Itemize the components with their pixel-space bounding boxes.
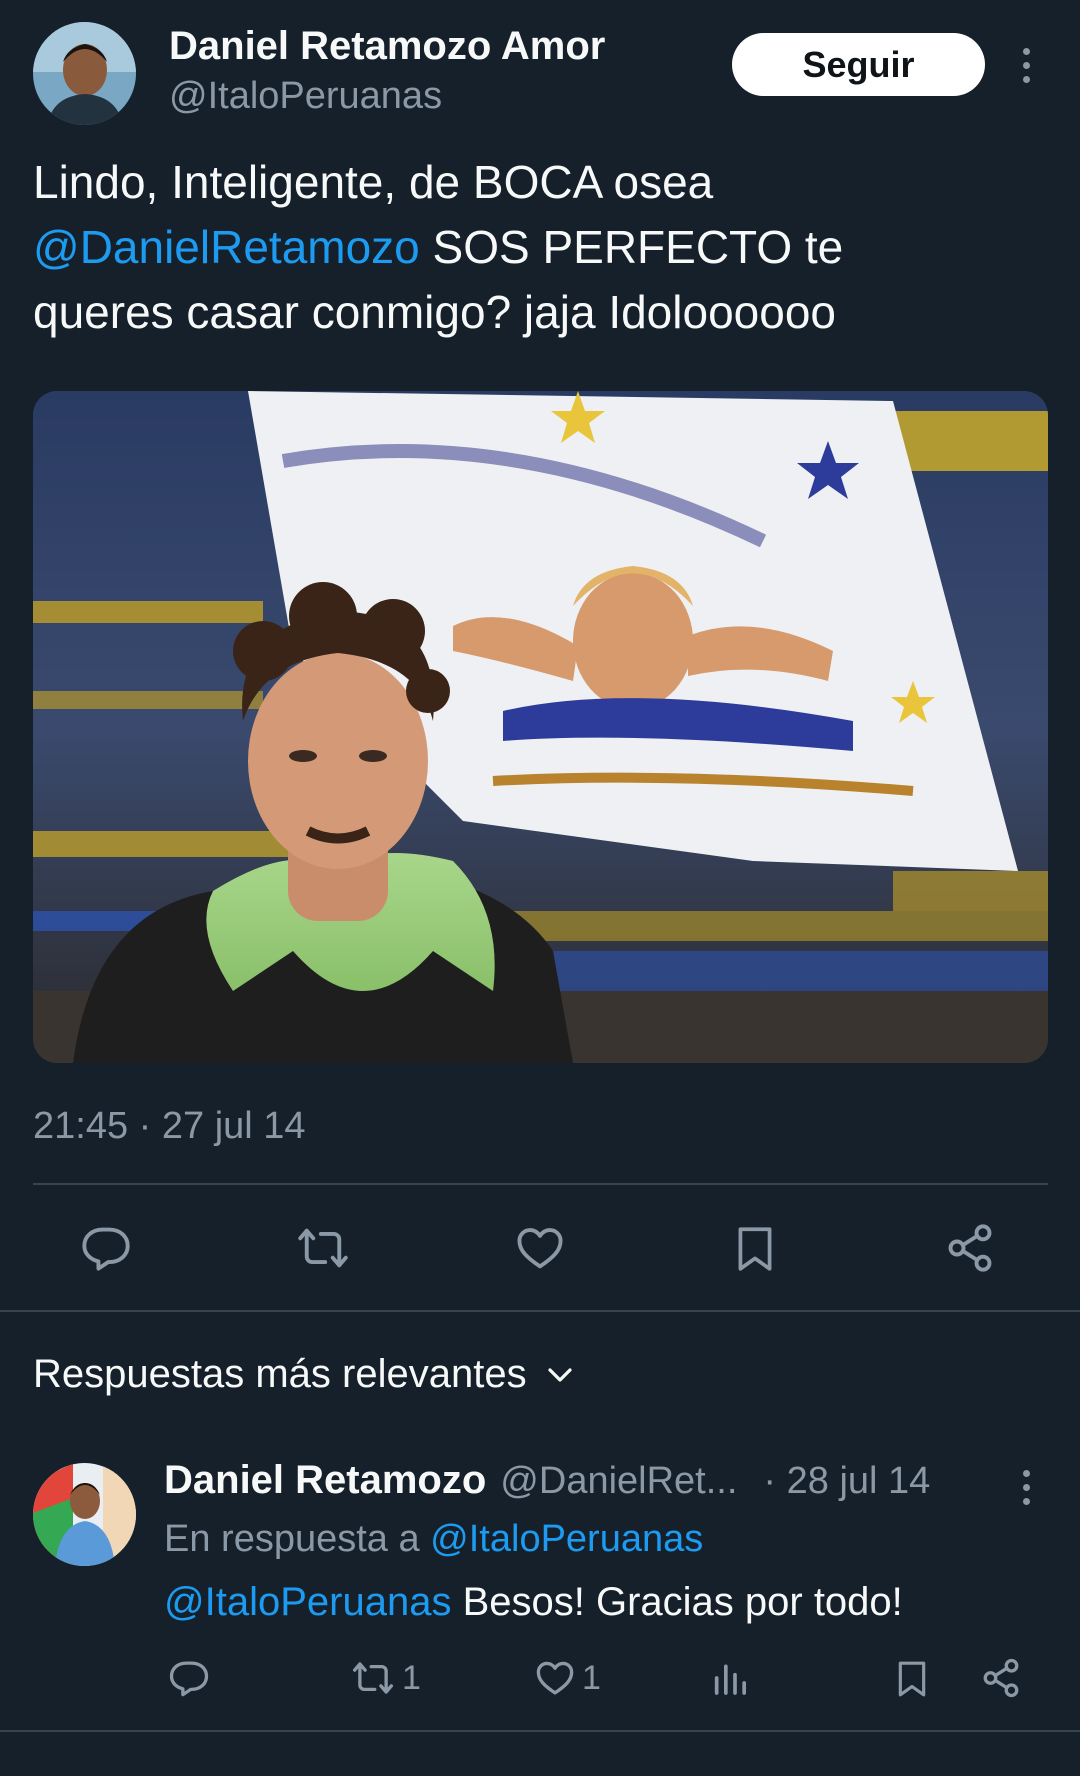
divider xyxy=(0,1310,1080,1312)
in-reply-to: En respuesta a @ItaloPeruanas xyxy=(164,1518,703,1561)
tweet-text: Lindo, Inteligente, de BOCA osea @Daniel… xyxy=(33,150,1043,345)
bookmark-icon xyxy=(738,1227,772,1271)
tweet-timestamp[interactable]: 21:45 · 27 jul 14 xyxy=(33,1105,306,1148)
divider xyxy=(33,1183,1048,1185)
reply-header: Daniel Retamozo @DanielRet... · 28 jul 1… xyxy=(164,1458,930,1503)
reply-more-options-icon[interactable] xyxy=(1023,1470,1030,1505)
heart-icon xyxy=(536,1661,574,1695)
replies-sort-dropdown[interactable]: Respuestas más relevantes xyxy=(33,1352,575,1397)
bookmark-button[interactable] xyxy=(730,1222,780,1276)
heart-icon xyxy=(517,1228,563,1269)
reply-mention-link[interactable]: @ItaloPeruanas xyxy=(164,1580,451,1624)
reply-author-name[interactable]: Daniel Retamozo xyxy=(164,1458,486,1503)
reply-like-count: 1 xyxy=(582,1658,601,1697)
reply-reply-button[interactable] xyxy=(168,1657,210,1699)
replies-sort-label: Respuestas más relevantes xyxy=(33,1352,527,1396)
tweet-text-line3: queres casar conmigo? jaja Idoloooooo xyxy=(33,286,836,338)
reply-icon xyxy=(82,1227,130,1271)
author-handle[interactable]: @ItaloPeruanas xyxy=(169,75,442,118)
share-button[interactable] xyxy=(944,1222,996,1274)
share-icon xyxy=(948,1224,992,1272)
reply-author-handle[interactable]: @DanielRet... xyxy=(500,1460,737,1503)
tweet-text-line2: @DanielRetamozo SOS PERFECTO te xyxy=(33,215,1043,280)
reply-retweet-button[interactable]: 1 xyxy=(350,1657,421,1699)
reply-text-body: Besos! Gracias por todo! xyxy=(451,1580,903,1624)
in-reply-to-prefix: En respuesta a xyxy=(164,1518,431,1560)
retweet-icon xyxy=(352,1662,394,1694)
analytics-icon xyxy=(714,1664,746,1695)
share-icon xyxy=(983,1658,1019,1698)
reply-date[interactable]: · 28 jul 14 xyxy=(763,1460,930,1503)
more-options-icon[interactable] xyxy=(1023,48,1030,83)
tweet-text-line1: Lindo, Inteligente, de BOCA osea xyxy=(33,156,714,208)
reply-retweet-count: 1 xyxy=(402,1658,421,1697)
reply-button[interactable] xyxy=(80,1222,132,1274)
reply-text: @ItaloPeruanas Besos! Gracias por todo! xyxy=(164,1580,903,1625)
in-reply-to-handle[interactable]: @ItaloPeruanas xyxy=(430,1518,703,1560)
reply-share-button[interactable] xyxy=(980,1657,1022,1699)
retweet-button[interactable] xyxy=(295,1222,351,1274)
reply-bookmark-button[interactable] xyxy=(892,1657,932,1701)
chevron-down-icon xyxy=(547,1367,572,1382)
reply-views-button[interactable] xyxy=(710,1657,750,1699)
reply-like-button[interactable]: 1 xyxy=(534,1657,601,1699)
retweet-icon xyxy=(298,1228,348,1268)
author-avatar[interactable] xyxy=(33,22,136,125)
tweet-text-line2-rest: SOS PERFECTO te xyxy=(419,221,844,273)
reply-author-avatar[interactable] xyxy=(33,1463,136,1566)
divider xyxy=(0,1730,1080,1732)
author-name[interactable]: Daniel Retamozo Amor xyxy=(169,24,605,69)
like-button[interactable] xyxy=(514,1222,566,1274)
stadium-photo-image xyxy=(33,391,1048,1063)
tweet-photo[interactable] xyxy=(33,391,1048,1063)
bookmark-icon xyxy=(898,1661,926,1697)
follow-button[interactable]: Seguir xyxy=(732,33,985,96)
mention-link[interactable]: @DanielRetamozo xyxy=(33,221,420,273)
reply-icon xyxy=(169,1661,209,1697)
